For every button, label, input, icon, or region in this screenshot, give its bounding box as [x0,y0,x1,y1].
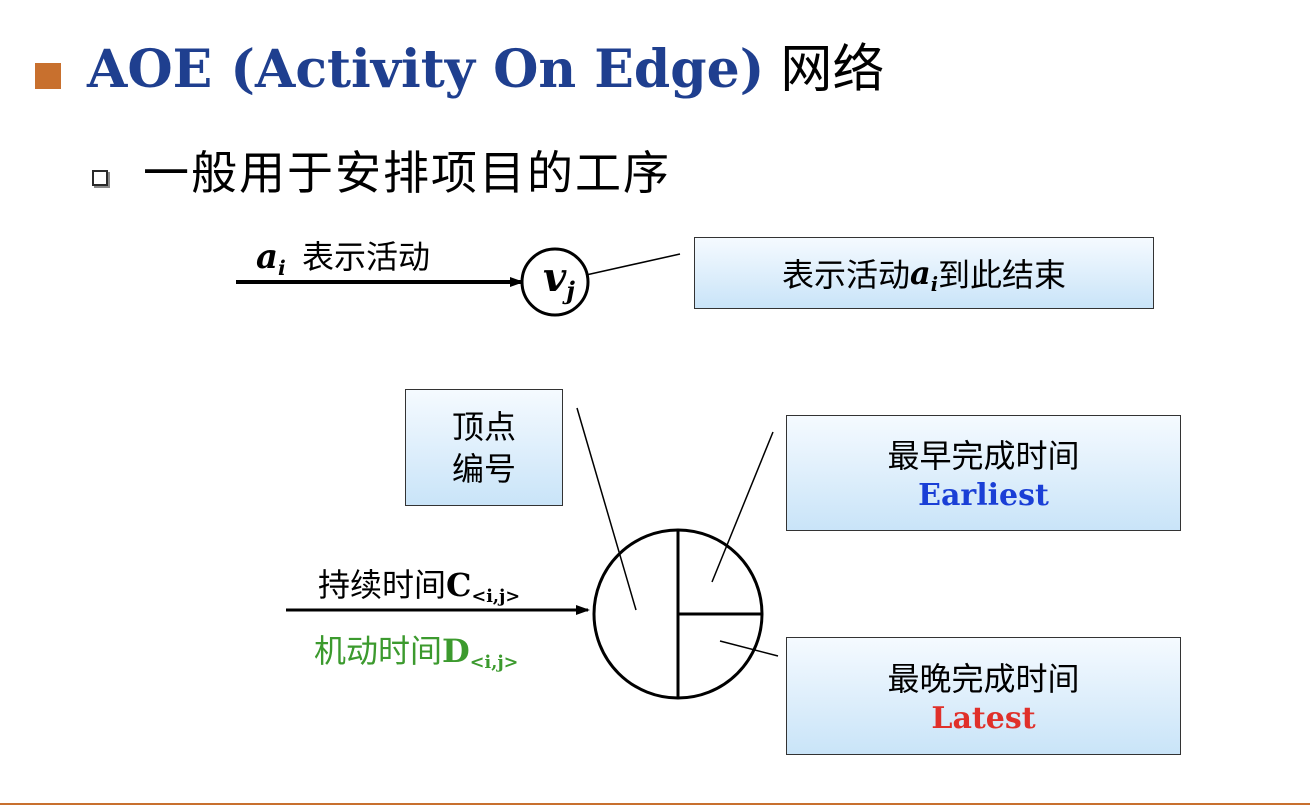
earliest-label: Earliest [918,478,1049,513]
node-callout-leader [585,253,681,276]
node-end-callout: 表示活动 ai 到此结束 [694,237,1154,309]
node-vj-label: vj [543,254,575,306]
footer-rule [0,803,1310,805]
vertex-box-line1: 顶点 [451,407,516,446]
earliest-title: 最早完成时间 [887,437,1080,475]
latest-label: Latest [931,701,1036,736]
latest-time-box: 最晚完成时间 Latest [786,637,1181,755]
vertex-box-line2: 编号 [451,449,516,488]
duration-label: 持续时间C<i,j> [318,566,521,608]
top-edge-label: ai 表示活动 [256,237,430,281]
earliest-time-box: 最早完成时间 Earliest [786,415,1181,531]
vertex-number-box: 顶点 编号 [405,389,563,506]
latest-title: 最晚完成时间 [887,660,1080,698]
slack-label: 机动时间D<i,j> [314,632,519,674]
